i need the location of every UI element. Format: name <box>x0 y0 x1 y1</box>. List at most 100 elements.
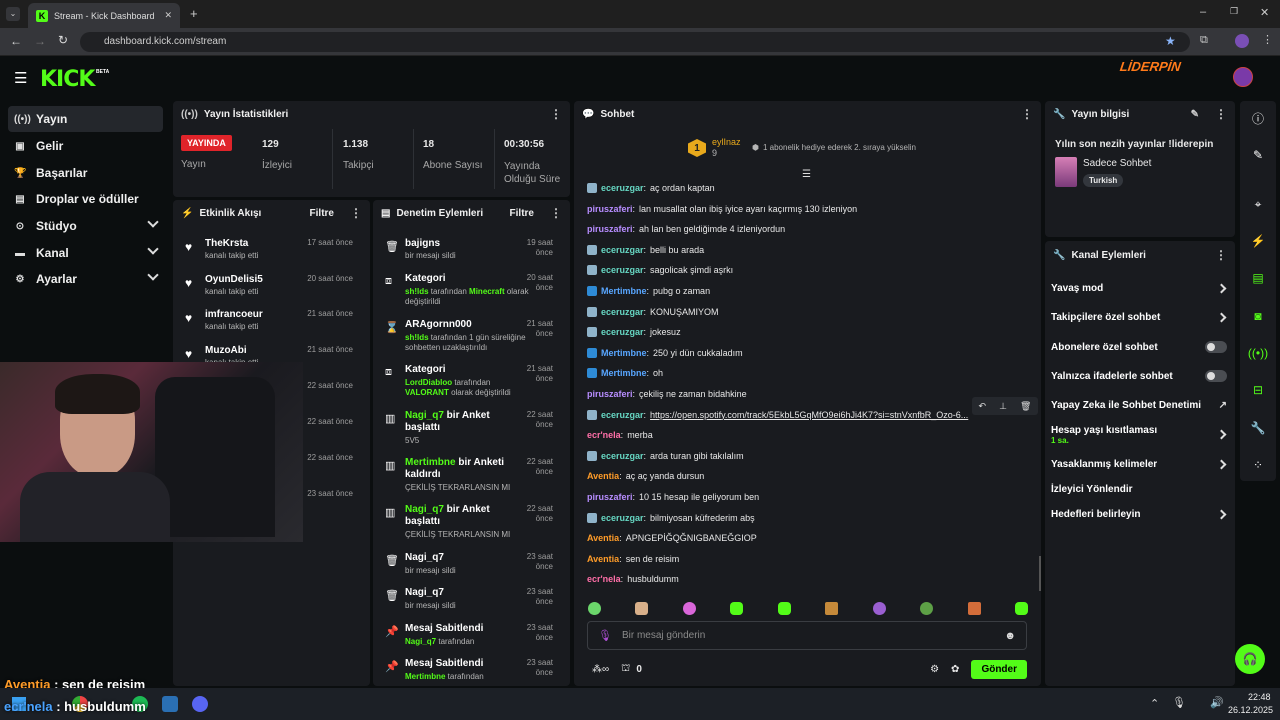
list-item[interactable]: 📌 Mesaj Sabitlendi Mertimbne tarafından … <box>373 658 563 686</box>
action-raid[interactable]: İzleyici Yönlendir <box>1051 484 1231 495</box>
emote-picker-icon[interactable]: ✿ <box>951 664 959 675</box>
emote-icon[interactable] <box>825 602 839 615</box>
more-options-icon[interactable]: ⋮ <box>1021 107 1033 121</box>
chat-message[interactable]: eceruzgar: jokesuz <box>587 327 681 338</box>
pin-icon[interactable]: ⊥ <box>999 401 1007 412</box>
chat-username[interactable]: eceruzgar <box>601 451 644 461</box>
emote-icon[interactable] <box>730 602 744 615</box>
list-item[interactable]: 📌 Mesaj Sabitlendi Nagi_q7 tarafından 23… <box>373 623 563 653</box>
chat-message[interactable]: eceruzgar: https://open.spotify.com/track… <box>587 409 968 420</box>
user-avatar[interactable] <box>1233 67 1253 87</box>
list-item[interactable]: ▥ Nagi_q7 bir Anket başlattı 5V5 22 saat… <box>373 410 563 450</box>
list-item[interactable]: ⧈ Kategori sh!lds tarafından Minecraft o… <box>373 273 563 313</box>
chat-username[interactable]: ecr'nela <box>587 430 621 440</box>
list-item[interactable]: ♥ TheKrsta kanalı takip etti 17 saat önce <box>173 236 363 270</box>
tray-chevron-icon[interactable]: ⌃ <box>1150 697 1159 710</box>
emote-icon[interactable] <box>682 602 696 615</box>
browser-menu-icon[interactable]: ⋮ <box>1262 33 1273 46</box>
emote-icon[interactable] <box>635 602 649 615</box>
list-item[interactable]: 🗑 Nagi_q7 bir mesajı sildi 23 saat önce <box>373 587 563 617</box>
action-account-age[interactable]: Hesap yaşı kısıtlaması 1 sa. <box>1051 425 1231 447</box>
more-options-icon[interactable]: ⋮ <box>1215 248 1227 262</box>
chat-username[interactable]: eceruzgar <box>601 183 644 193</box>
list-item[interactable]: 🗑 bajigns bir mesajı sildi 19 saat önce <box>373 238 563 268</box>
chat-username[interactable]: Aventia <box>587 533 619 543</box>
chat-username[interactable]: eceruzgar <box>601 513 644 523</box>
reload-icon[interactable]: ↻ <box>58 33 68 47</box>
layout-icon[interactable]: ⊟ <box>1246 378 1270 402</box>
tab-search-button[interactable]: ⌄ <box>6 7 20 21</box>
chat-message[interactable]: piruszaferi: çekiliş ne zaman bidahkine <box>587 389 747 399</box>
support-button[interactable]: 🎧 <box>1235 644 1265 674</box>
chat-message[interactable]: eceruzgar: KONUŞAMIYOM <box>587 306 719 317</box>
chat-message[interactable]: eceruzgar: sagolicak şimdi aşrkı <box>587 265 733 276</box>
chat-message[interactable]: Aventia: aç aç yanda dursun <box>587 471 704 481</box>
nav-item-yayin[interactable]: ((•)) Yayın <box>8 106 163 132</box>
volume-icon[interactable]: 🔊 <box>1210 696 1224 709</box>
chat-message[interactable]: Mertimbne: oh <box>587 368 663 379</box>
list-item[interactable]: ▥ Nagi_q7 bir Anket başlattı ÇEKİLİŞ TEK… <box>373 504 563 544</box>
chat-message[interactable]: eceruzgar: belli bu arada <box>587 244 704 255</box>
maximize-icon[interactable]: ❐ <box>1230 6 1238 17</box>
chat-username[interactable]: eceruzgar <box>601 265 644 275</box>
chat-message[interactable]: Aventia: APNGEPİĞQĞNIGBANEĞGIOP <box>587 533 757 543</box>
chat-username[interactable]: eceruzgar <box>601 410 644 420</box>
chat-username[interactable]: ecr'nela <box>587 574 621 584</box>
chat-message[interactable]: eceruzgar: aç ordan kaptan <box>587 183 715 193</box>
treasure-icon[interactable]: ⛫ <box>621 663 630 676</box>
chat-username[interactable]: eceruzgar <box>601 327 644 337</box>
list-item[interactable]: ▥ Mertimbne bir Anketi kaldırdı ÇEKİLİŞ … <box>373 457 563 497</box>
chat-input[interactable]: 🎙 Bir mesaj gönderin ☻ <box>587 621 1027 650</box>
new-tab-icon[interactable]: + <box>190 6 198 21</box>
chat-message[interactable]: piruszaferi:10 15 hesap ile geliyorum be… <box>587 492 759 502</box>
discord-icon[interactable] <box>192 696 208 712</box>
users-infinity-icon[interactable]: ⁂∞ <box>592 664 609 675</box>
chat-bubble-icon[interactable]: ◙ <box>1246 304 1270 328</box>
list-item[interactable]: 🗑 Nagi_q7 bir mesajı sildi 23 saat önce <box>373 552 563 582</box>
more-options-icon[interactable]: ⋮ <box>1215 107 1227 121</box>
chat-username[interactable]: Mertimbne <box>601 368 647 378</box>
chat-message[interactable]: ecr'nela: merba <box>587 430 653 440</box>
pencil-icon[interactable]: ✎ <box>1246 143 1270 167</box>
chat-message[interactable]: Mertimbne:250 yi dün cukkaladım <box>587 347 743 358</box>
action-yavas-mod[interactable]: Yavaş mod <box>1051 283 1231 294</box>
filter-button[interactable]: Filtre <box>510 208 534 219</box>
chat-message[interactable]: piruszaferi: ah lan ben geldiğimde 4 izle… <box>587 224 785 234</box>
emote-icon[interactable] <box>588 602 601 615</box>
chat-message[interactable]: eceruzgar: bilmiyosan küfrederim abş <box>587 512 755 523</box>
bookmark-star-icon[interactable]: ★ <box>1165 34 1176 48</box>
emote-icon[interactable] <box>920 602 934 615</box>
emote-icon[interactable] <box>777 602 791 615</box>
chat-username[interactable]: eceruzgar <box>601 307 644 317</box>
action-set-goals[interactable]: Hedefleri belirleyin <box>1051 509 1231 520</box>
nav-item-kanal[interactable]: ▬ Kanal <box>8 240 163 266</box>
toggle-switch[interactable] <box>1205 370 1227 382</box>
list-icon[interactable]: ▤ <box>1246 266 1270 290</box>
chat-username[interactable]: Mertimbne <box>601 348 647 358</box>
chat-message[interactable]: Mertimbne: pubg o zaman <box>587 286 710 296</box>
chat-username[interactable]: piruszaferi <box>587 204 633 214</box>
action-subs-only[interactable]: Abonelere özel sohbet <box>1051 341 1231 353</box>
emoji-icon[interactable]: ☻ <box>1004 630 1016 642</box>
send-button[interactable]: Gönder <box>971 659 1027 679</box>
chat-message[interactable]: piruszaferi: lan musallat olan ibiş iyice… <box>587 204 857 214</box>
url-field[interactable]: dashboard.kick.com/stream <box>80 32 1190 52</box>
list-item[interactable]: ⌛ ARAgornn000 sh!lds tarafından 1 gün sü… <box>373 319 563 359</box>
nav-item-basarilar[interactable]: 🏆 Başarılar <box>8 160 163 186</box>
chat-text[interactable]: https://open.spotify.com/track/5EkbL5GqM… <box>650 410 968 420</box>
app-icon[interactable] <box>162 696 178 712</box>
nav-item-droplar[interactable]: ▤ Droplar ve ödüller <box>8 186 163 212</box>
more-options-icon[interactable]: ⋮ <box>550 107 562 121</box>
browser-tab[interactable]: K Stream - Kick Dashboard ✕ <box>28 3 180 28</box>
nav-item-ayarlar[interactable]: ⚙ Ayarlar <box>8 266 163 292</box>
microphone-icon[interactable]: 🎙 <box>598 629 612 642</box>
chat-message[interactable]: Aventia: sen de reisim <box>587 554 679 564</box>
forward-icon[interactable]: → <box>34 34 46 48</box>
chat-username[interactable]: Mertimbne <box>601 286 647 296</box>
broadcast-icon[interactable]: ((•)) <box>1246 341 1270 365</box>
list-item[interactable]: ⧈ Kategori LordDiabloo tarafından VALORA… <box>373 364 563 404</box>
edit-icon[interactable]: ✎ <box>1191 109 1199 120</box>
emote-icon[interactable] <box>1014 602 1028 615</box>
chat-username[interactable]: piruszaferi <box>587 224 633 234</box>
nav-item-studyo[interactable]: ⊙ Stüdyo <box>8 213 163 239</box>
